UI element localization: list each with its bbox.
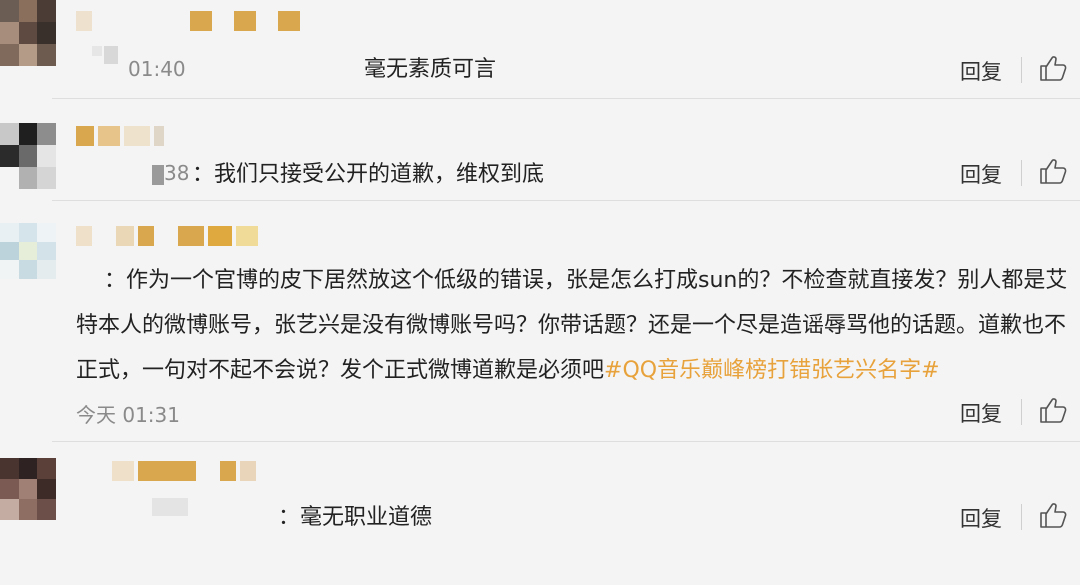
- hashtag-link[interactable]: #QQ音乐巅峰榜打错张艺兴名字#: [604, 358, 940, 383]
- username-masked[interactable]: [76, 10, 300, 32]
- thumbs-up-icon[interactable]: [1038, 500, 1068, 530]
- divider-vertical: [1021, 160, 1022, 186]
- comment-2: ：我们只接受公开的道歉，维权到底 38 回复: [0, 99, 1080, 199]
- thumbs-up-icon[interactable]: [1038, 395, 1068, 425]
- reply-button[interactable]: 回复: [960, 56, 1002, 86]
- masked-block: [152, 498, 188, 516]
- thumbs-up-icon[interactable]: [1038, 156, 1068, 186]
- masked-block: [92, 46, 118, 64]
- comment-time: 38: [164, 161, 190, 185]
- comment-text: ：作为一个官博的皮下居然放这个低级的错误，张是怎么打成sun的？不检查就直接发？…: [76, 213, 1080, 393]
- comment-text: ：毫无职业道德: [250, 450, 1080, 585]
- avatar[interactable]: [0, 123, 56, 189]
- divider-vertical: [1021, 57, 1022, 83]
- avatar[interactable]: [0, 458, 56, 520]
- comment-4: ：毫无职业道德 回复: [0, 442, 1080, 535]
- avatar[interactable]: [0, 0, 56, 66]
- comment-1: 毫无素质可言 01:40 回复: [0, 0, 1080, 98]
- comment-text-content: 毫无素质可言: [363, 57, 496, 82]
- reply-button[interactable]: 回复: [960, 503, 1002, 533]
- comment-time: 01:40: [128, 57, 186, 81]
- comment-time: 今天 01:31: [76, 403, 180, 427]
- reply-button[interactable]: 回复: [960, 159, 1002, 189]
- comment-text-content: ：毫无职业道德: [277, 505, 432, 530]
- divider-vertical: [1021, 399, 1022, 425]
- username-masked[interactable]: [112, 460, 256, 482]
- thumbs-up-icon[interactable]: [1038, 53, 1068, 83]
- username-masked[interactable]: [76, 125, 164, 147]
- comment-text-content: ：我们只接受公开的道歉，维权到底: [191, 162, 544, 187]
- reply-button[interactable]: 回复: [960, 398, 1002, 428]
- divider-vertical: [1021, 504, 1022, 530]
- comment-3: ：作为一个官博的皮下居然放这个低级的错误，张是怎么打成sun的？不检查就直接发？…: [0, 201, 1080, 441]
- avatar[interactable]: [0, 223, 56, 279]
- masked-block: [152, 165, 164, 185]
